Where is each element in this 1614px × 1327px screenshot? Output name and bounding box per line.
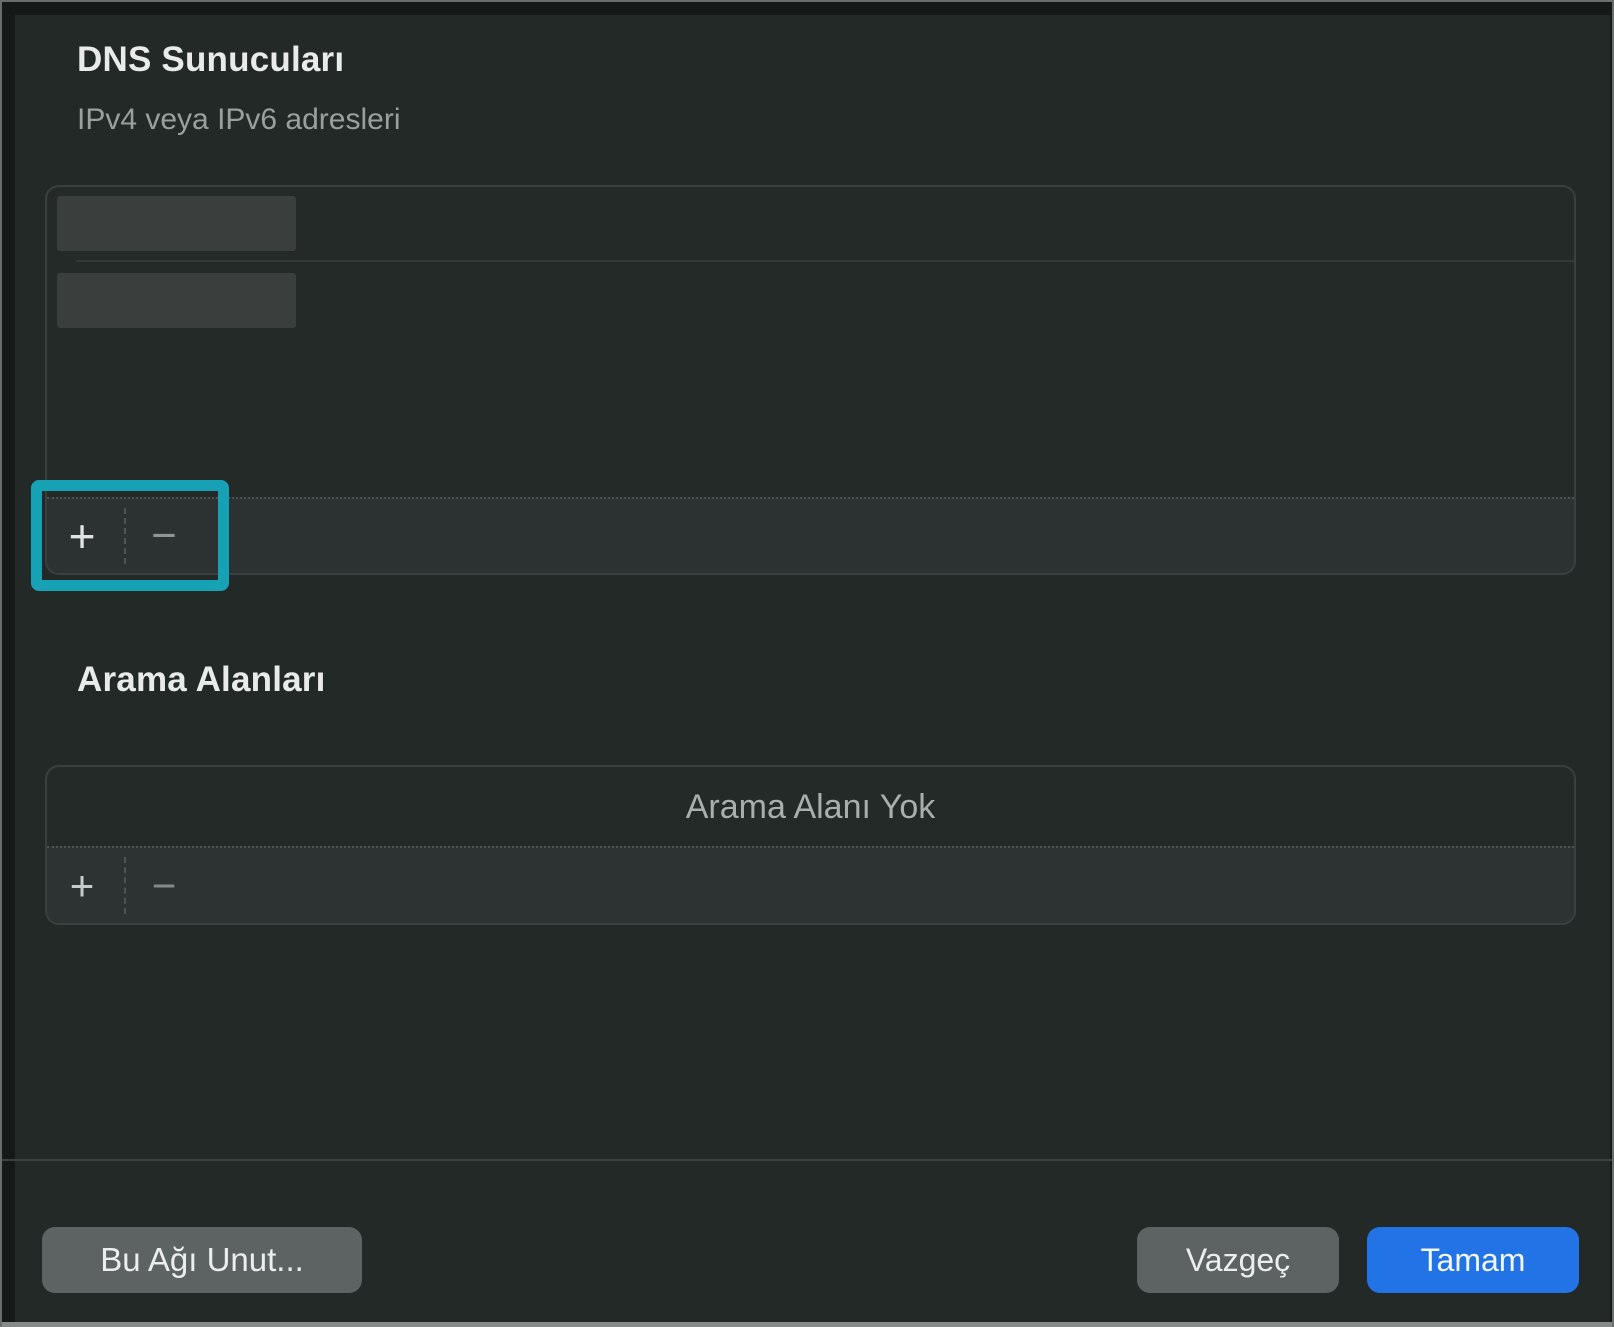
dns-remove-button[interactable]: −: [135, 507, 193, 565]
toolbar-divider: [124, 508, 126, 564]
dns-servers-title: DNS Sunucuları: [77, 40, 344, 80]
toolbar-divider: [124, 857, 126, 914]
dns-list-toolbar: + −: [47, 497, 1574, 573]
dns-settings-sheet: DNS Sunucuları IPv4 veya IPv6 adresleri …: [15, 15, 1610, 1327]
forget-network-button[interactable]: Bu Ağı Unut...: [42, 1227, 362, 1293]
action-bar-divider: [2, 1159, 1612, 1161]
window-frame: DNS Sunucuları IPv4 veya IPv6 adresleri …: [0, 0, 1614, 1327]
dns-servers-subtitle: IPv4 veya IPv6 adresleri: [77, 103, 400, 137]
search-domain-add-button[interactable]: +: [53, 857, 111, 915]
search-domains-list: Arama Alanı Yok + −: [45, 765, 1576, 925]
dns-entry-redacted-1[interactable]: [57, 196, 296, 251]
dns-row-separator: [76, 260, 1574, 262]
dns-servers-list: + −: [45, 185, 1576, 575]
ok-button[interactable]: Tamam: [1367, 1227, 1579, 1293]
dns-entry-redacted-2[interactable]: [57, 273, 296, 328]
cancel-button[interactable]: Vazgeç: [1137, 1227, 1339, 1293]
dns-add-button[interactable]: +: [53, 507, 111, 565]
search-domain-remove-button[interactable]: −: [135, 857, 193, 915]
search-domains-toolbar: + −: [47, 846, 1574, 923]
search-domains-empty-message: Arama Alanı Yok: [47, 767, 1574, 848]
window-bottom-edge: [2, 1322, 1612, 1327]
search-domains-title: Arama Alanları: [77, 660, 326, 700]
